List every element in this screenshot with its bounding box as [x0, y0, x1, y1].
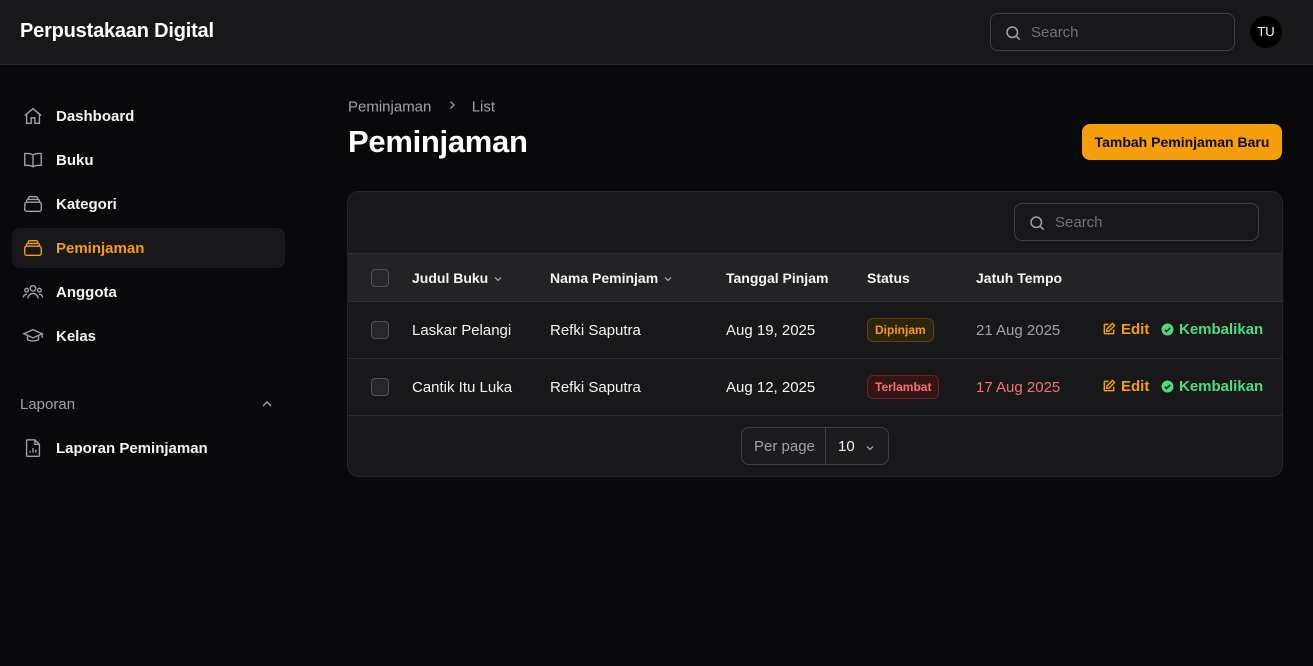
chevron-down-icon	[494, 277, 502, 282]
search-icon	[1006, 26, 1021, 41]
column-nama-peminjam[interactable]: Nama Peminjam	[550, 270, 674, 286]
check-circle-icon	[1161, 380, 1174, 393]
global-search[interactable]	[990, 13, 1235, 51]
column-jatuh-tempo: Jatuh Tempo	[976, 270, 1063, 286]
return-label: Kembalikan	[1179, 321, 1264, 338]
add-loan-button[interactable]: Tambah Peminjaman Baru	[1082, 124, 1282, 160]
cell-jatuh-tempo: 21 Aug 2025	[976, 322, 1061, 339]
sidebar-item-label: Anggota	[56, 284, 117, 301]
table-header: Judul Buku Nama Peminjam Tanggal Pinjam …	[348, 253, 1282, 302]
user-avatar[interactable]: TU	[1250, 16, 1282, 48]
edit-label: Edit	[1121, 321, 1150, 338]
sidebar-item-label: Kategori	[56, 196, 117, 213]
cell-nama-peminjam: Refki Saputra	[550, 322, 641, 339]
select-all-checkbox[interactable]	[371, 269, 389, 287]
cell-judul-buku: Cantik Itu Luka	[412, 379, 513, 396]
rectangle-stack-icon	[24, 239, 42, 257]
column-status: Status	[867, 270, 910, 286]
check-circle-icon	[1161, 323, 1174, 336]
chevron-up-icon[interactable]	[258, 396, 276, 412]
table-row: Cantik Itu Luka Refki Saputra Aug 12, 20…	[348, 359, 1282, 416]
per-page-value: 10	[838, 438, 855, 455]
cell-judul-buku: Laskar Pelangi	[412, 322, 512, 339]
sidebar-item-kelas[interactable]: Kelas	[12, 316, 285, 356]
cell-nama-peminjam: Refki Saputra	[550, 379, 641, 396]
sidebar-item-kategori[interactable]: Kategori	[12, 184, 285, 224]
rectangle-stack-icon	[24, 195, 42, 213]
return-button[interactable]: Kembalikan	[1161, 378, 1263, 398]
home-icon	[24, 107, 42, 125]
return-button[interactable]: Kembalikan	[1161, 321, 1263, 341]
column-label: Nama Peminjam	[550, 270, 659, 286]
cell-jatuh-tempo: 17 Aug 2025	[976, 379, 1061, 396]
sidebar-item-laporan-peminjaman[interactable]: Laporan Peminjaman	[12, 428, 285, 468]
return-label: Kembalikan	[1179, 378, 1264, 395]
breadcrumb: Peminjaman List	[348, 98, 495, 116]
book-open-icon	[24, 152, 42, 168]
top-bar: Perpustakaan Digital TU	[0, 0, 1313, 65]
sidebar-item-label: Buku	[56, 152, 94, 169]
sidebar-item-peminjaman[interactable]: Peminjaman	[12, 228, 285, 268]
per-page-select[interactable]: Per page 10	[741, 427, 889, 465]
column-label: Judul Buku	[412, 270, 489, 286]
academic-cap-icon	[22, 328, 44, 342]
sidebar-item-label: Peminjaman	[56, 240, 145, 257]
page-title: Peminjaman	[348, 124, 528, 159]
global-search-input[interactable]	[1031, 22, 1221, 42]
chevron-right-icon	[449, 101, 455, 109]
sidebar-item-label: Laporan Peminjaman	[56, 440, 208, 457]
breadcrumb-item-list: List	[471, 98, 496, 116]
edit-label: Edit	[1121, 378, 1150, 395]
status-badge: Terlambat	[867, 375, 940, 399]
row-checkbox[interactable]	[371, 378, 389, 396]
sidebar-item-dashboard[interactable]: Dashboard	[12, 96, 285, 136]
chevron-down-icon	[664, 277, 672, 282]
sidebar-item-anggota[interactable]: Anggota	[12, 272, 285, 312]
sidebar-item-label: Dashboard	[56, 108, 135, 125]
pager-divider	[825, 428, 826, 464]
edit-button[interactable]: Edit	[1102, 321, 1149, 341]
column-tanggal-pinjam: Tanggal Pinjam	[726, 270, 829, 286]
column-judul-buku[interactable]: Judul Buku	[412, 270, 504, 286]
sidebar-item-buku[interactable]: Buku	[12, 140, 285, 180]
table-row: Laskar Pelangi Refki Saputra Aug 19, 202…	[348, 302, 1282, 359]
table-search-input[interactable]	[1055, 212, 1245, 232]
edit-button[interactable]: Edit	[1102, 378, 1149, 398]
brand-title[interactable]: Perpustakaan Digital	[20, 20, 214, 43]
cell-tanggal-pinjam: Aug 19, 2025	[726, 322, 816, 339]
chevron-down-icon	[866, 446, 874, 451]
loans-table-card: Judul Buku Nama Peminjam Tanggal Pinjam …	[347, 191, 1283, 477]
cell-tanggal-pinjam: Aug 12, 2025	[726, 379, 816, 396]
sidebar-group-laporan[interactable]: Laporan	[20, 396, 75, 413]
status-badge: Dipinjam	[867, 318, 934, 342]
sidebar-item-label: Kelas	[56, 328, 97, 345]
pencil-square-icon	[1103, 379, 1116, 392]
per-page-label: Per page	[754, 438, 815, 455]
document-chart-icon	[25, 439, 41, 457]
table-search[interactable]	[1014, 203, 1259, 241]
user-group-icon	[22, 284, 44, 299]
search-icon	[1030, 216, 1045, 231]
breadcrumb-item-peminjaman[interactable]: Peminjaman	[348, 99, 431, 116]
pencil-square-icon	[1103, 322, 1116, 335]
row-checkbox[interactable]	[371, 321, 389, 339]
